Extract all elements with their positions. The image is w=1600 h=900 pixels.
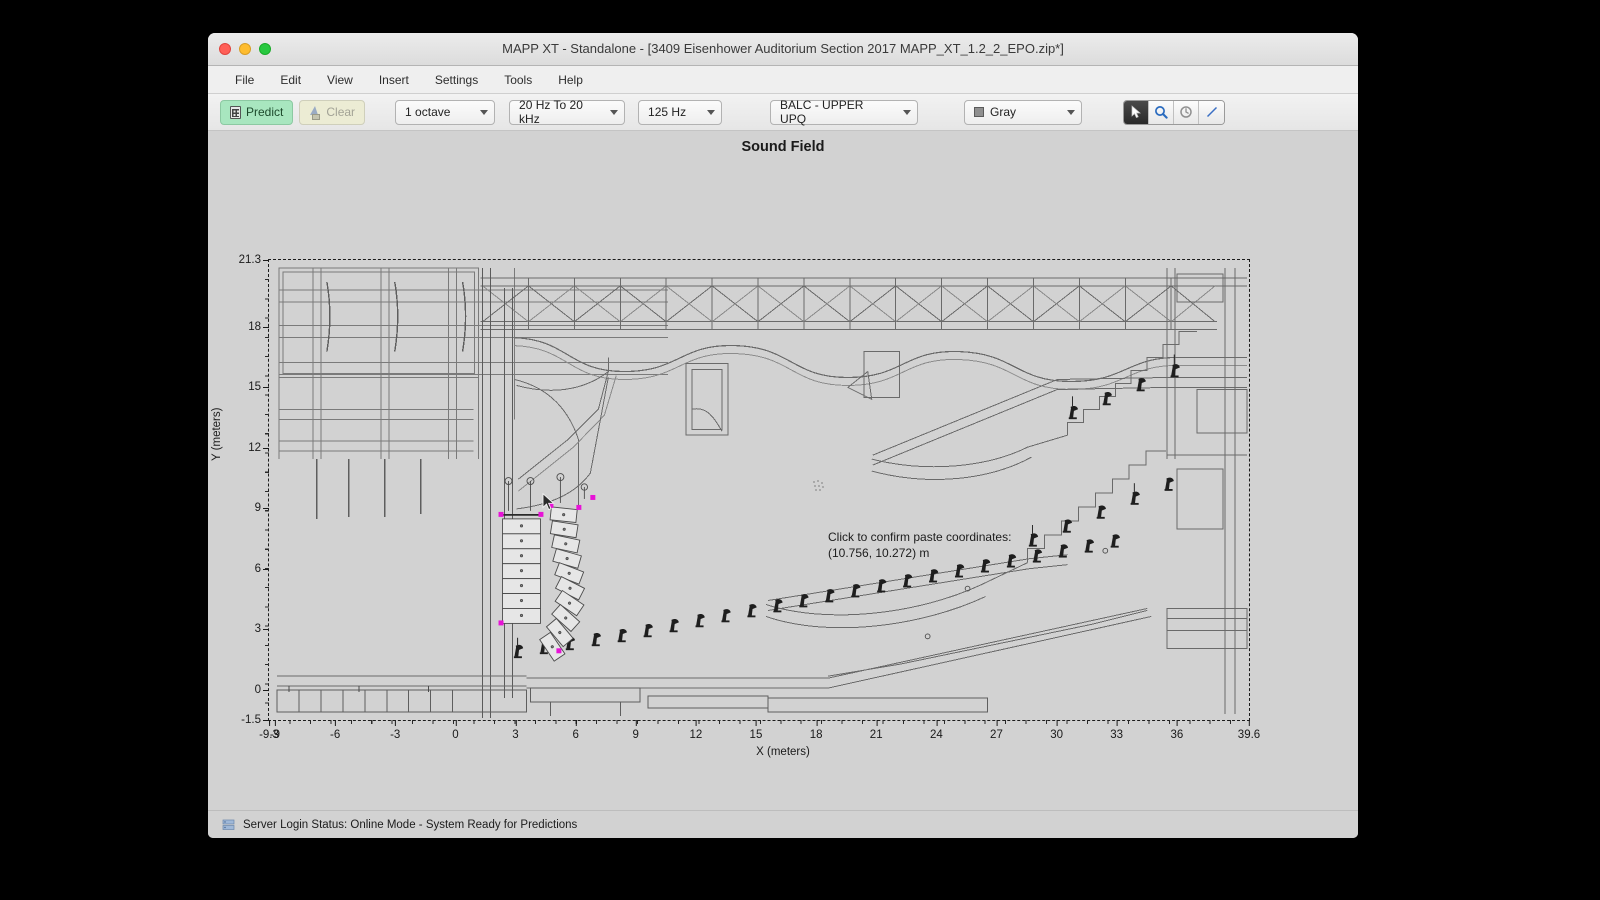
plot-frame: 21.3 18 15 12 9 6 3 0 -1.5 -9.3 -9 -6 -3… xyxy=(239,254,1261,741)
line-tool-button[interactable] xyxy=(1199,100,1225,124)
resolution-value: 1 octave xyxy=(405,105,451,119)
menu-help[interactable]: Help xyxy=(545,70,596,90)
status-bar: Server Login Status: Online Mode - Syste… xyxy=(208,810,1358,838)
rotate-icon xyxy=(1180,106,1192,118)
chevron-down-icon xyxy=(903,109,912,115)
x-axis-label: X (meters) xyxy=(756,746,810,758)
cursor-arrow-icon xyxy=(1131,105,1141,119)
y-tick-9: 9 xyxy=(255,502,270,514)
server-icon xyxy=(222,819,235,830)
x-tick-max: 39.6 xyxy=(1238,720,1260,741)
y-tick-12: 12 xyxy=(248,442,269,454)
palette-value: Gray xyxy=(990,105,1017,119)
y-tick-3: 3 xyxy=(255,623,270,635)
x-tick-15: 15 xyxy=(750,720,762,741)
loudspeaker-array-stack xyxy=(498,477,544,626)
sound-field-canvas[interactable]: Sound Field Y (meters) X (meters) 21.3 1… xyxy=(208,131,1358,810)
zoom-tool-button[interactable] xyxy=(1149,100,1175,124)
predict-button-label: Predict xyxy=(246,105,284,119)
chevron-down-icon xyxy=(610,109,619,115)
y-tick-0: 0 xyxy=(255,684,270,696)
frequency-dropdown[interactable]: 125 Hz xyxy=(638,99,723,125)
chevron-down-icon xyxy=(1067,109,1076,115)
predict-button[interactable]: Predict xyxy=(220,99,294,125)
x-tick-30: 30 xyxy=(1050,720,1063,741)
y-tick-18: 18 xyxy=(248,321,269,333)
paste-coordinate-tooltip: Click to confirm paste coordinates: (10.… xyxy=(828,529,1011,561)
y-axis-label: Y (meters) xyxy=(211,407,223,461)
auditorium-section-drawing xyxy=(276,267,1248,719)
menu-settings[interactable]: Settings xyxy=(422,70,491,90)
y-tick-15: 15 xyxy=(248,381,269,393)
clear-button[interactable]: Clear xyxy=(299,99,366,125)
status-message: Server Login Status: Online Mode - Syste… xyxy=(243,818,578,831)
menu-tools[interactable]: Tools xyxy=(491,70,545,90)
x-tick-18: 18 xyxy=(810,720,823,741)
clear-button-label: Clear xyxy=(326,105,356,119)
mouse-pointer-icon xyxy=(542,493,555,511)
resolution-dropdown[interactable]: 1 octave xyxy=(395,99,496,125)
pan-tool-button[interactable] xyxy=(1174,100,1200,124)
source-selection-dropdown[interactable]: BALC - UPPER UPQ xyxy=(770,98,919,126)
y-tick-6: 6 xyxy=(255,563,270,575)
frequency-range-dropdown[interactable]: 20 Hz To 20 kHz xyxy=(509,98,626,126)
chevron-down-icon xyxy=(480,109,489,115)
line-icon xyxy=(1206,106,1217,118)
x-tick--9: -9 xyxy=(270,720,280,741)
menu-edit[interactable]: Edit xyxy=(267,70,314,90)
chevron-down-icon xyxy=(707,109,716,115)
calculator-icon xyxy=(230,105,241,119)
toolbar: Predict Clear 1 octave 20 Hz To 20 kHz 1… xyxy=(208,94,1358,131)
x-tick-33: 33 xyxy=(1110,720,1123,741)
x-tick--3: -3 xyxy=(390,720,400,741)
select-tool-button[interactable] xyxy=(1124,100,1150,124)
x-tick-0: 0 xyxy=(452,720,459,741)
x-tick--6: -6 xyxy=(330,720,340,741)
color-swatch-icon xyxy=(974,107,985,117)
menu-bar: File Edit View Insert Settings Tools Hel… xyxy=(208,66,1358,94)
palette-dropdown[interactable]: Gray xyxy=(964,99,1083,125)
plot-title: Sound Field xyxy=(741,139,825,155)
x-tick-21: 21 xyxy=(870,720,883,741)
title-bar: MAPP XT - Standalone - [3409 Eisenhower … xyxy=(208,33,1358,66)
source-selection-value: BALC - UPPER UPQ xyxy=(780,98,864,126)
magnifier-icon xyxy=(1155,106,1168,119)
paste-ghost-icon xyxy=(813,480,824,491)
menu-view[interactable]: View xyxy=(314,70,366,90)
paste-note-line-1: Click to confirm paste coordinates: xyxy=(828,530,1012,544)
menu-insert[interactable]: Insert xyxy=(366,70,422,90)
x-tick-36: 36 xyxy=(1170,720,1183,741)
seat-row-main-balcony xyxy=(1028,477,1174,547)
x-tick-27: 27 xyxy=(990,720,1003,741)
frequency-range-value: 20 Hz To 20 kHz xyxy=(519,98,583,126)
window-title: MAPP XT - Standalone - [3409 Eisenhower … xyxy=(502,41,1064,56)
seat-row-orchestra xyxy=(513,534,1120,659)
application-window: MAPP XT - Standalone - [3409 Eisenhower … xyxy=(208,33,1358,838)
x-tick-12: 12 xyxy=(689,720,702,741)
paste-note-line-2: (10.756, 10.272) m xyxy=(828,546,930,560)
x-tick-9: 9 xyxy=(633,720,639,741)
frequency-value: 125 Hz xyxy=(648,105,687,119)
x-tick-6: 6 xyxy=(572,720,579,741)
menu-file[interactable]: File xyxy=(222,70,267,90)
tool-button-group xyxy=(1123,99,1226,125)
x-tick-24: 24 xyxy=(930,720,943,741)
eraser-icon xyxy=(309,105,321,120)
x-tick-3: 3 xyxy=(512,720,519,741)
footer-info: Meyer Sound Copyright © Meyer Sound Labo… xyxy=(208,781,1358,810)
